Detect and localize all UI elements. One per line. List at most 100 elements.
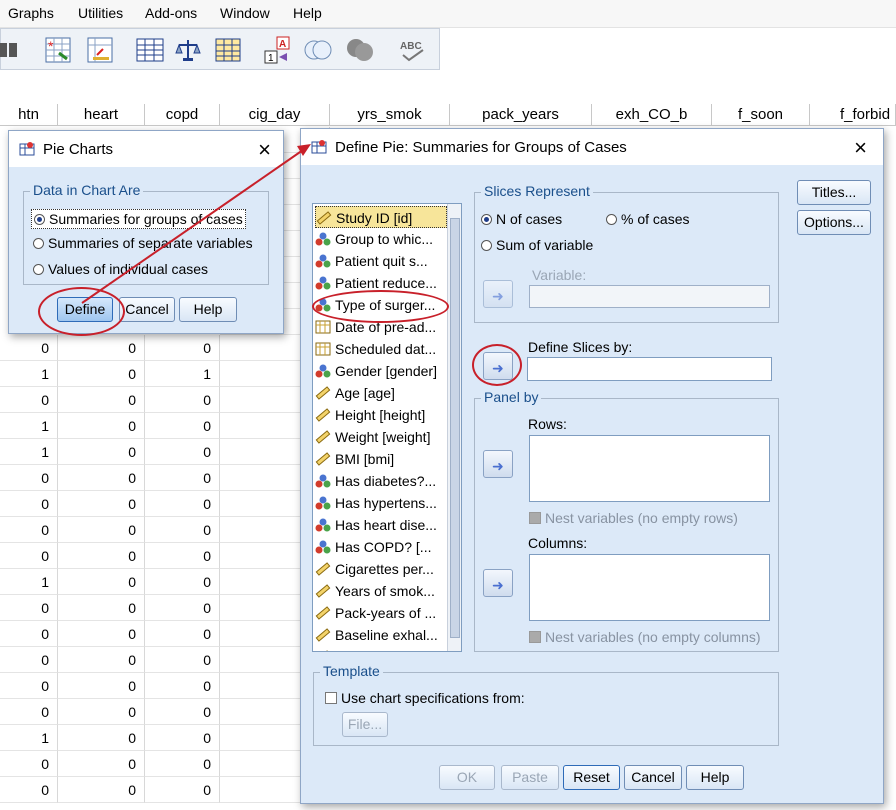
table-cell[interactable]: 0: [58, 673, 145, 699]
variable-field[interactable]: [529, 285, 770, 308]
variable-list-item[interactable]: Pack-years of ...: [315, 602, 447, 624]
table-cell[interactable]: 1: [0, 361, 58, 387]
table-cell[interactable]: 0: [58, 647, 145, 673]
table-cell[interactable]: 0: [0, 699, 58, 725]
table-cell[interactable]: 1: [0, 413, 58, 439]
table-cell[interactable]: 0: [145, 777, 220, 803]
variable-list-item[interactable]: Has COPD? [...: [315, 536, 447, 558]
table-cell[interactable]: 0: [0, 465, 58, 491]
help-button[interactable]: Help: [179, 297, 237, 322]
table-cell[interactable]: 0: [0, 777, 58, 803]
table-cell[interactable]: 0: [145, 699, 220, 725]
col-header-exh-co-b[interactable]: exh_CO_b: [592, 104, 712, 126]
radio-pct-of-cases[interactable]: % of cases: [606, 211, 689, 227]
insert-cases-icon[interactable]: *: [43, 35, 73, 65]
paste-button[interactable]: Paste: [501, 765, 559, 790]
scrollbar-thumb[interactable]: [450, 218, 460, 638]
table-cell[interactable]: 0: [145, 413, 220, 439]
radio-individual-cases[interactable]: Values of individual cases: [33, 261, 208, 277]
split-file-icon[interactable]: [135, 35, 165, 65]
col-header-copd[interactable]: copd: [145, 104, 220, 126]
close-icon[interactable]: ×: [258, 137, 271, 163]
binoculars-icon[interactable]: [0, 35, 23, 65]
nest-rows-checkbox[interactable]: Nest variables (no empty rows): [529, 510, 738, 526]
table-cell[interactable]: 0: [145, 569, 220, 595]
table-cell[interactable]: 0: [58, 517, 145, 543]
menu-window[interactable]: Window: [220, 5, 270, 21]
variable-list[interactable]: Study ID [id] Group to whic... Patient qui…: [312, 203, 462, 652]
table-cell[interactable]: 0: [58, 491, 145, 517]
variable-list-item[interactable]: Gender [gender]: [315, 360, 447, 382]
table-cell[interactable]: 0: [58, 465, 145, 491]
variable-list-item[interactable]: Baseline exhal...: [315, 624, 447, 646]
rows-field[interactable]: [529, 435, 770, 502]
table-cell[interactable]: 0: [0, 517, 58, 543]
ok-button[interactable]: OK: [439, 765, 495, 790]
table-cell[interactable]: 0: [145, 621, 220, 647]
radio-sum-of-variable[interactable]: Sum of variable: [481, 237, 593, 253]
value-labels-icon[interactable]: A1: [263, 35, 293, 65]
table-cell[interactable]: 0: [58, 439, 145, 465]
table-cell[interactable]: 0: [0, 595, 58, 621]
table-cell[interactable]: 0: [145, 517, 220, 543]
col-header-pack-years[interactable]: pack_years: [450, 104, 592, 126]
table-cell[interactable]: 1: [0, 569, 58, 595]
variable-list-item[interactable]: Years of smok...: [315, 580, 447, 602]
col-header-cig-day[interactable]: cig_day: [220, 104, 330, 126]
variable-list-item[interactable]: Patient quit s...: [315, 250, 447, 272]
table-cell[interactable]: 0: [58, 595, 145, 621]
table-cell[interactable]: 0: [0, 543, 58, 569]
table-cell[interactable]: 0: [58, 751, 145, 777]
table-cell[interactable]: 0: [145, 543, 220, 569]
move-to-columns-button[interactable]: ➜: [483, 569, 513, 597]
col-header-f-forbid[interactable]: f_forbid: [810, 104, 896, 126]
close-icon[interactable]: ×: [854, 135, 867, 161]
help-button[interactable]: Help: [686, 765, 744, 790]
table-cell[interactable]: 0: [145, 491, 220, 517]
variable-list-scrollbar[interactable]: [447, 204, 461, 651]
table-cell[interactable]: 0: [145, 595, 220, 621]
radio-separate-variables[interactable]: Summaries of separate variables: [33, 235, 253, 251]
weight-cases-icon[interactable]: [173, 35, 203, 65]
table-cell[interactable]: 0: [58, 777, 145, 803]
table-cell[interactable]: 0: [145, 335, 220, 361]
table-cell[interactable]: 0: [0, 647, 58, 673]
file-button[interactable]: File...: [342, 712, 388, 737]
use-chart-specs-checkbox[interactable]: Use chart specifications from:: [325, 690, 525, 706]
variable-list-item[interactable]: Group to whic...: [315, 228, 447, 250]
table-cell[interactable]: 0: [145, 387, 220, 413]
table-cell[interactable]: 0: [0, 621, 58, 647]
table-cell[interactable]: 0: [145, 673, 220, 699]
titles-button[interactable]: Titles...: [797, 180, 871, 205]
table-cell[interactable]: 0: [145, 725, 220, 751]
table-cell[interactable]: 1: [0, 725, 58, 751]
select-cases-icon[interactable]: [213, 35, 243, 65]
table-cell[interactable]: 0: [0, 387, 58, 413]
table-cell[interactable]: 0: [0, 673, 58, 699]
variable-list-item[interactable]: BMI [bmi]: [315, 448, 447, 470]
radio-summaries-groups[interactable]: Summaries for groups of cases: [31, 209, 246, 229]
table-cell[interactable]: 0: [0, 335, 58, 361]
variable-list-item[interactable]: F...: [315, 646, 447, 651]
table-cell[interactable]: 0: [145, 751, 220, 777]
table-cell[interactable]: 1: [0, 439, 58, 465]
variable-list-item[interactable]: Cigarettes per...: [315, 558, 447, 580]
variable-list-item[interactable]: Has hypertens...: [315, 492, 447, 514]
table-cell[interactable]: 0: [58, 387, 145, 413]
nest-columns-checkbox[interactable]: Nest variables (no empty columns): [529, 629, 761, 645]
table-cell[interactable]: 0: [145, 465, 220, 491]
table-cell[interactable]: 0: [58, 361, 145, 387]
use-sets-icon[interactable]: [303, 35, 333, 65]
table-cell[interactable]: 0: [58, 699, 145, 725]
insert-variable-icon[interactable]: [85, 35, 115, 65]
table-cell[interactable]: 1: [145, 361, 220, 387]
menu-addons[interactable]: Add-ons: [145, 5, 197, 21]
table-cell[interactable]: 0: [0, 751, 58, 777]
variable-list-item[interactable]: Weight [weight]: [315, 426, 447, 448]
move-to-variable-button[interactable]: ➜: [483, 280, 513, 308]
reset-button[interactable]: Reset: [563, 765, 620, 790]
col-header-heart[interactable]: heart: [58, 104, 145, 126]
variable-list-item[interactable]: Has diabetes?...: [315, 470, 447, 492]
table-cell[interactable]: 0: [145, 439, 220, 465]
menu-help[interactable]: Help: [293, 5, 322, 21]
